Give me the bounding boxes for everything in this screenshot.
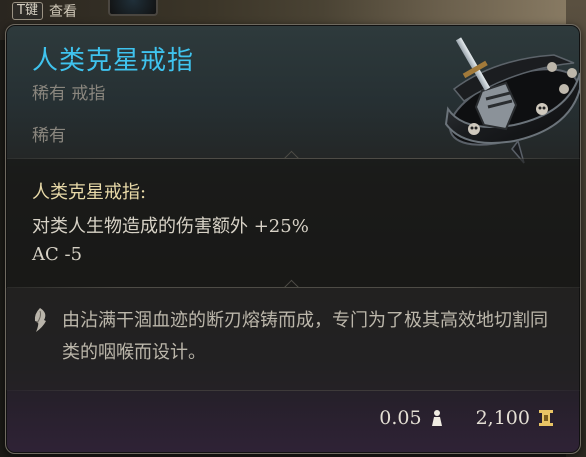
quill-icon <box>34 308 46 332</box>
ring-icon <box>444 37 580 164</box>
effect-title: 人类克星戒指: <box>32 182 147 203</box>
item-tooltip: 人类克星戒指 稀有 戒指 稀有 人类克星戒指: 对类人生物造成的伤害额外 +25… <box>5 24 581 454</box>
hud-hint: T键 查看 <box>12 0 77 22</box>
effect-line: AC -5 <box>32 244 83 265</box>
item-name: 人类克星戒指 <box>32 46 195 76</box>
weight-icon <box>431 410 442 426</box>
section-divider <box>7 390 580 391</box>
item-rarity: 稀有 <box>32 126 66 146</box>
hud-item-slot[interactable] <box>108 0 158 16</box>
hotkey-badge: T键 <box>12 2 43 20</box>
flavor-text: 由沾满干涸血迹的断刃熔铸而成，专门为了极其高效地切割同类的咽喉而设计。 <box>62 310 548 363</box>
item-value: 2,100 <box>475 407 530 429</box>
effect-line: 对类人生物造成的伤害额外 +25% <box>32 216 309 237</box>
gold-icon <box>539 410 553 426</box>
item-type: 稀有 戒指 <box>32 84 106 104</box>
hotkey-action-label: 查看 <box>48 4 77 20</box>
item-weight: 0.05 <box>379 407 422 429</box>
item-stats: 0.05 2,100 <box>379 407 554 429</box>
